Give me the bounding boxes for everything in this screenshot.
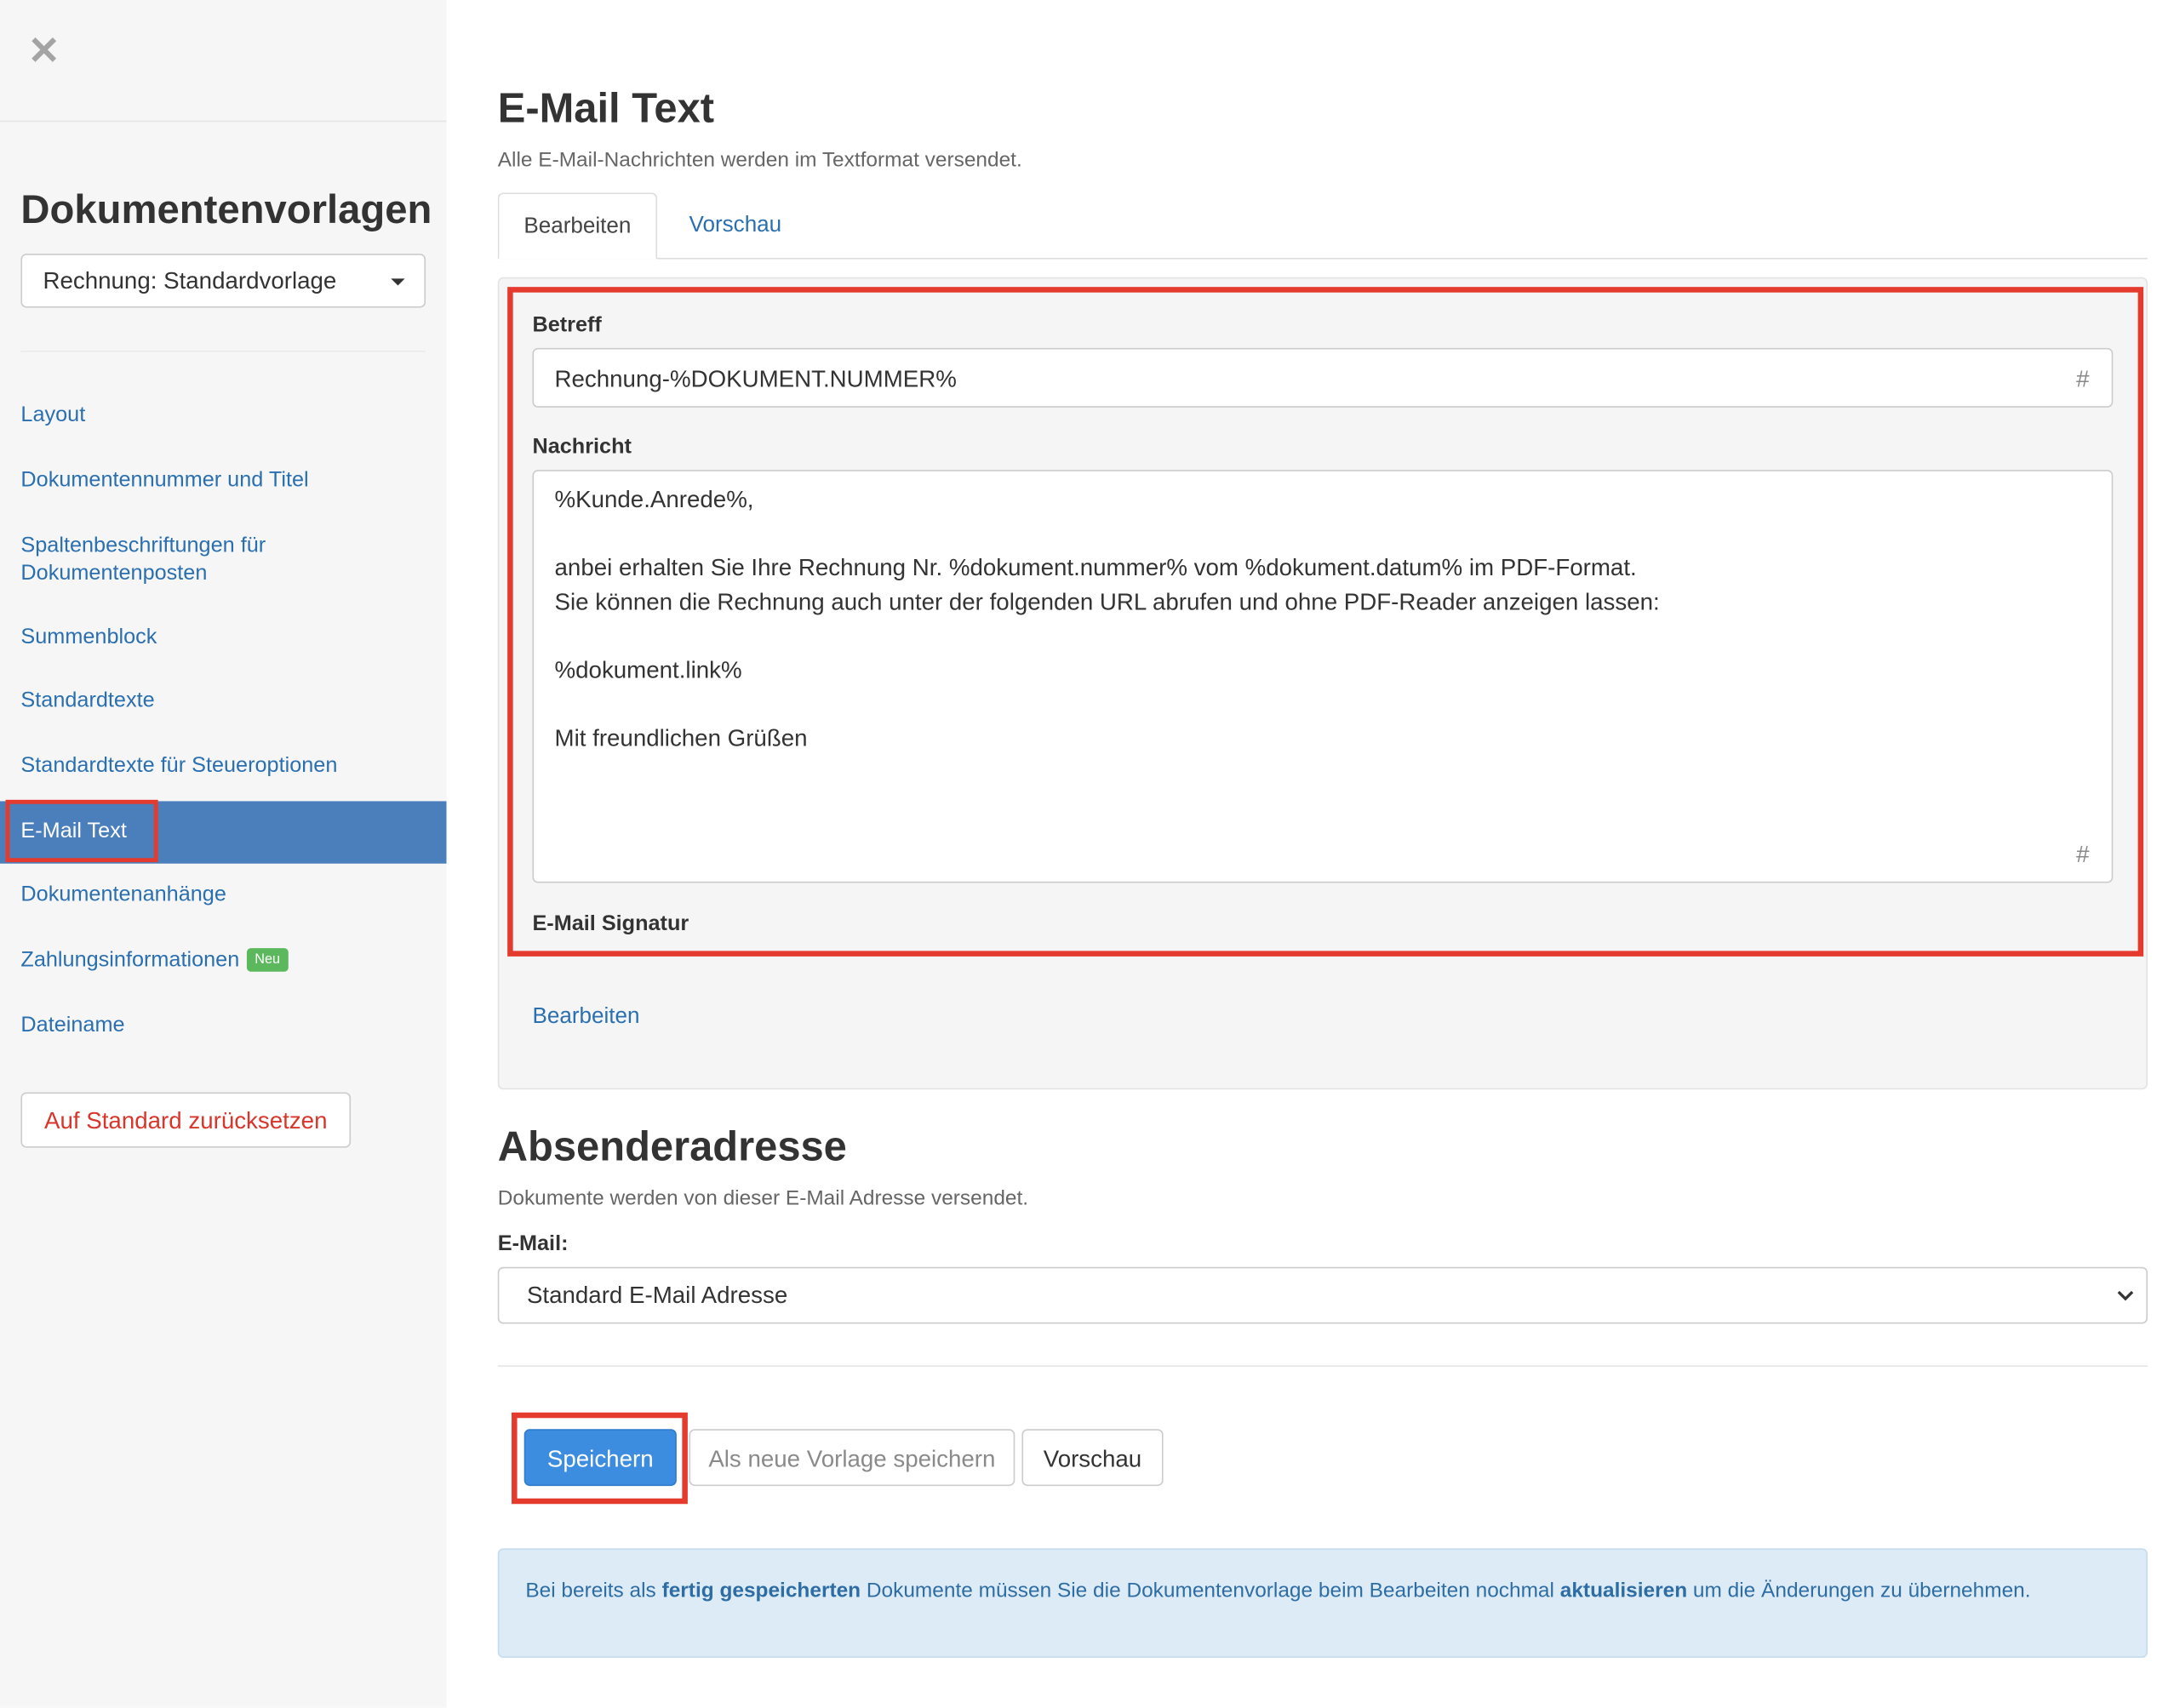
tab-bearbeiten[interactable]: Bearbeiten (497, 192, 658, 260)
highlight-box (5, 799, 158, 863)
info-text-part: Bei bereits als (525, 1579, 662, 1602)
info-alert: Bei bereits als fertig gespeicherten Dok… (497, 1548, 2148, 1659)
divider (0, 120, 447, 123)
sidebar: ✕ Dokumentenvorlagen Rechnung: Standardv… (0, 0, 447, 1708)
info-text-part: Dokumente müssen Sie die Dokumentenvorla… (861, 1579, 1560, 1602)
close-icon[interactable]: ✕ (28, 31, 60, 71)
sidebar-item-dateiname[interactable]: Dateiname (20, 1014, 124, 1038)
reset-button-label: Auf Standard zurücksetzen (44, 1107, 328, 1134)
save-as-new-template-button[interactable]: Als neue Vorlage speichern (689, 1429, 1015, 1487)
caret-down-icon (391, 278, 405, 286)
new-badge: Neu (246, 948, 289, 972)
divider (497, 1365, 2148, 1367)
info-text-part: um die Änderungen zu übernehmen. (1687, 1579, 2031, 1602)
email-label: E-Mail: (497, 1232, 569, 1256)
info-text: Bei bereits als fertig gespeicherten Dok… (525, 1578, 2062, 1606)
info-text-bold: fertig gespeicherten (661, 1579, 861, 1602)
chevron-down-icon (2117, 1290, 2134, 1301)
divider (20, 351, 426, 352)
preview-button-label: Vorschau (1043, 1445, 1142, 1472)
sidebar-item-layout[interactable]: Layout (20, 403, 85, 428)
sidebar-item-label: Spaltenbeschriftungen für (20, 534, 266, 557)
highlight-box (507, 287, 2144, 957)
sidebar-item-zahlungsinformationen[interactable]: Zahlungsinformationen Neu (20, 948, 289, 973)
sidebar-item-label: Zahlungsinformationen (20, 948, 240, 972)
save-button[interactable]: Speichern (523, 1429, 677, 1487)
tabs-divider (497, 257, 2148, 260)
reset-to-default-button[interactable]: Auf Standard zurücksetzen (20, 1092, 352, 1148)
sender-email-value: Standard E-Mail Adresse (526, 1282, 788, 1309)
sidebar-title: Dokumentenvorlagen (20, 188, 432, 233)
sender-email-select[interactable]: Standard E-Mail Adresse (497, 1266, 2148, 1324)
sender-heading: Absenderadresse (497, 1123, 847, 1170)
tab-vorschau[interactable]: Vorschau (689, 214, 782, 238)
template-select[interactable]: Rechnung: Standardvorlage (20, 254, 426, 308)
sidebar-item-dokumentenanhaenge[interactable]: Dokumentenanhänge (20, 883, 226, 908)
tab-label: Bearbeiten (523, 214, 632, 239)
info-text-bold: aktualisieren (1559, 1579, 1688, 1602)
page-subtitle: Alle E-Mail-Nachrichten werden im Textfo… (497, 148, 1022, 172)
preview-button[interactable]: Vorschau (1021, 1429, 1164, 1487)
sidebar-item-dokumentennummer[interactable]: Dokumentennummer und Titel (20, 469, 308, 494)
sidebar-item-spaltenbeschriftungen[interactable]: Spaltenbeschriftungen für Dokumentenpost… (20, 532, 266, 587)
save-as-new-label: Als neue Vorlage speichern (708, 1445, 996, 1472)
sidebar-item-label: Dokumentenposten (20, 561, 208, 586)
sidebar-item-summenblock[interactable]: Summenblock (20, 626, 157, 650)
template-select-value: Rechnung: Standardvorlage (43, 267, 337, 294)
signature-edit-link[interactable]: Bearbeiten (532, 1005, 639, 1030)
sidebar-item-standardtexte[interactable]: Standardtexte (20, 689, 154, 714)
page-title: E-Mail Text (497, 85, 715, 132)
save-button-label: Speichern (546, 1445, 654, 1472)
sidebar-item-standardtexte-steueroptionen[interactable]: Standardtexte für Steueroptionen (20, 754, 337, 779)
sender-subtitle: Dokumente werden von dieser E-Mail Adres… (497, 1186, 1029, 1210)
